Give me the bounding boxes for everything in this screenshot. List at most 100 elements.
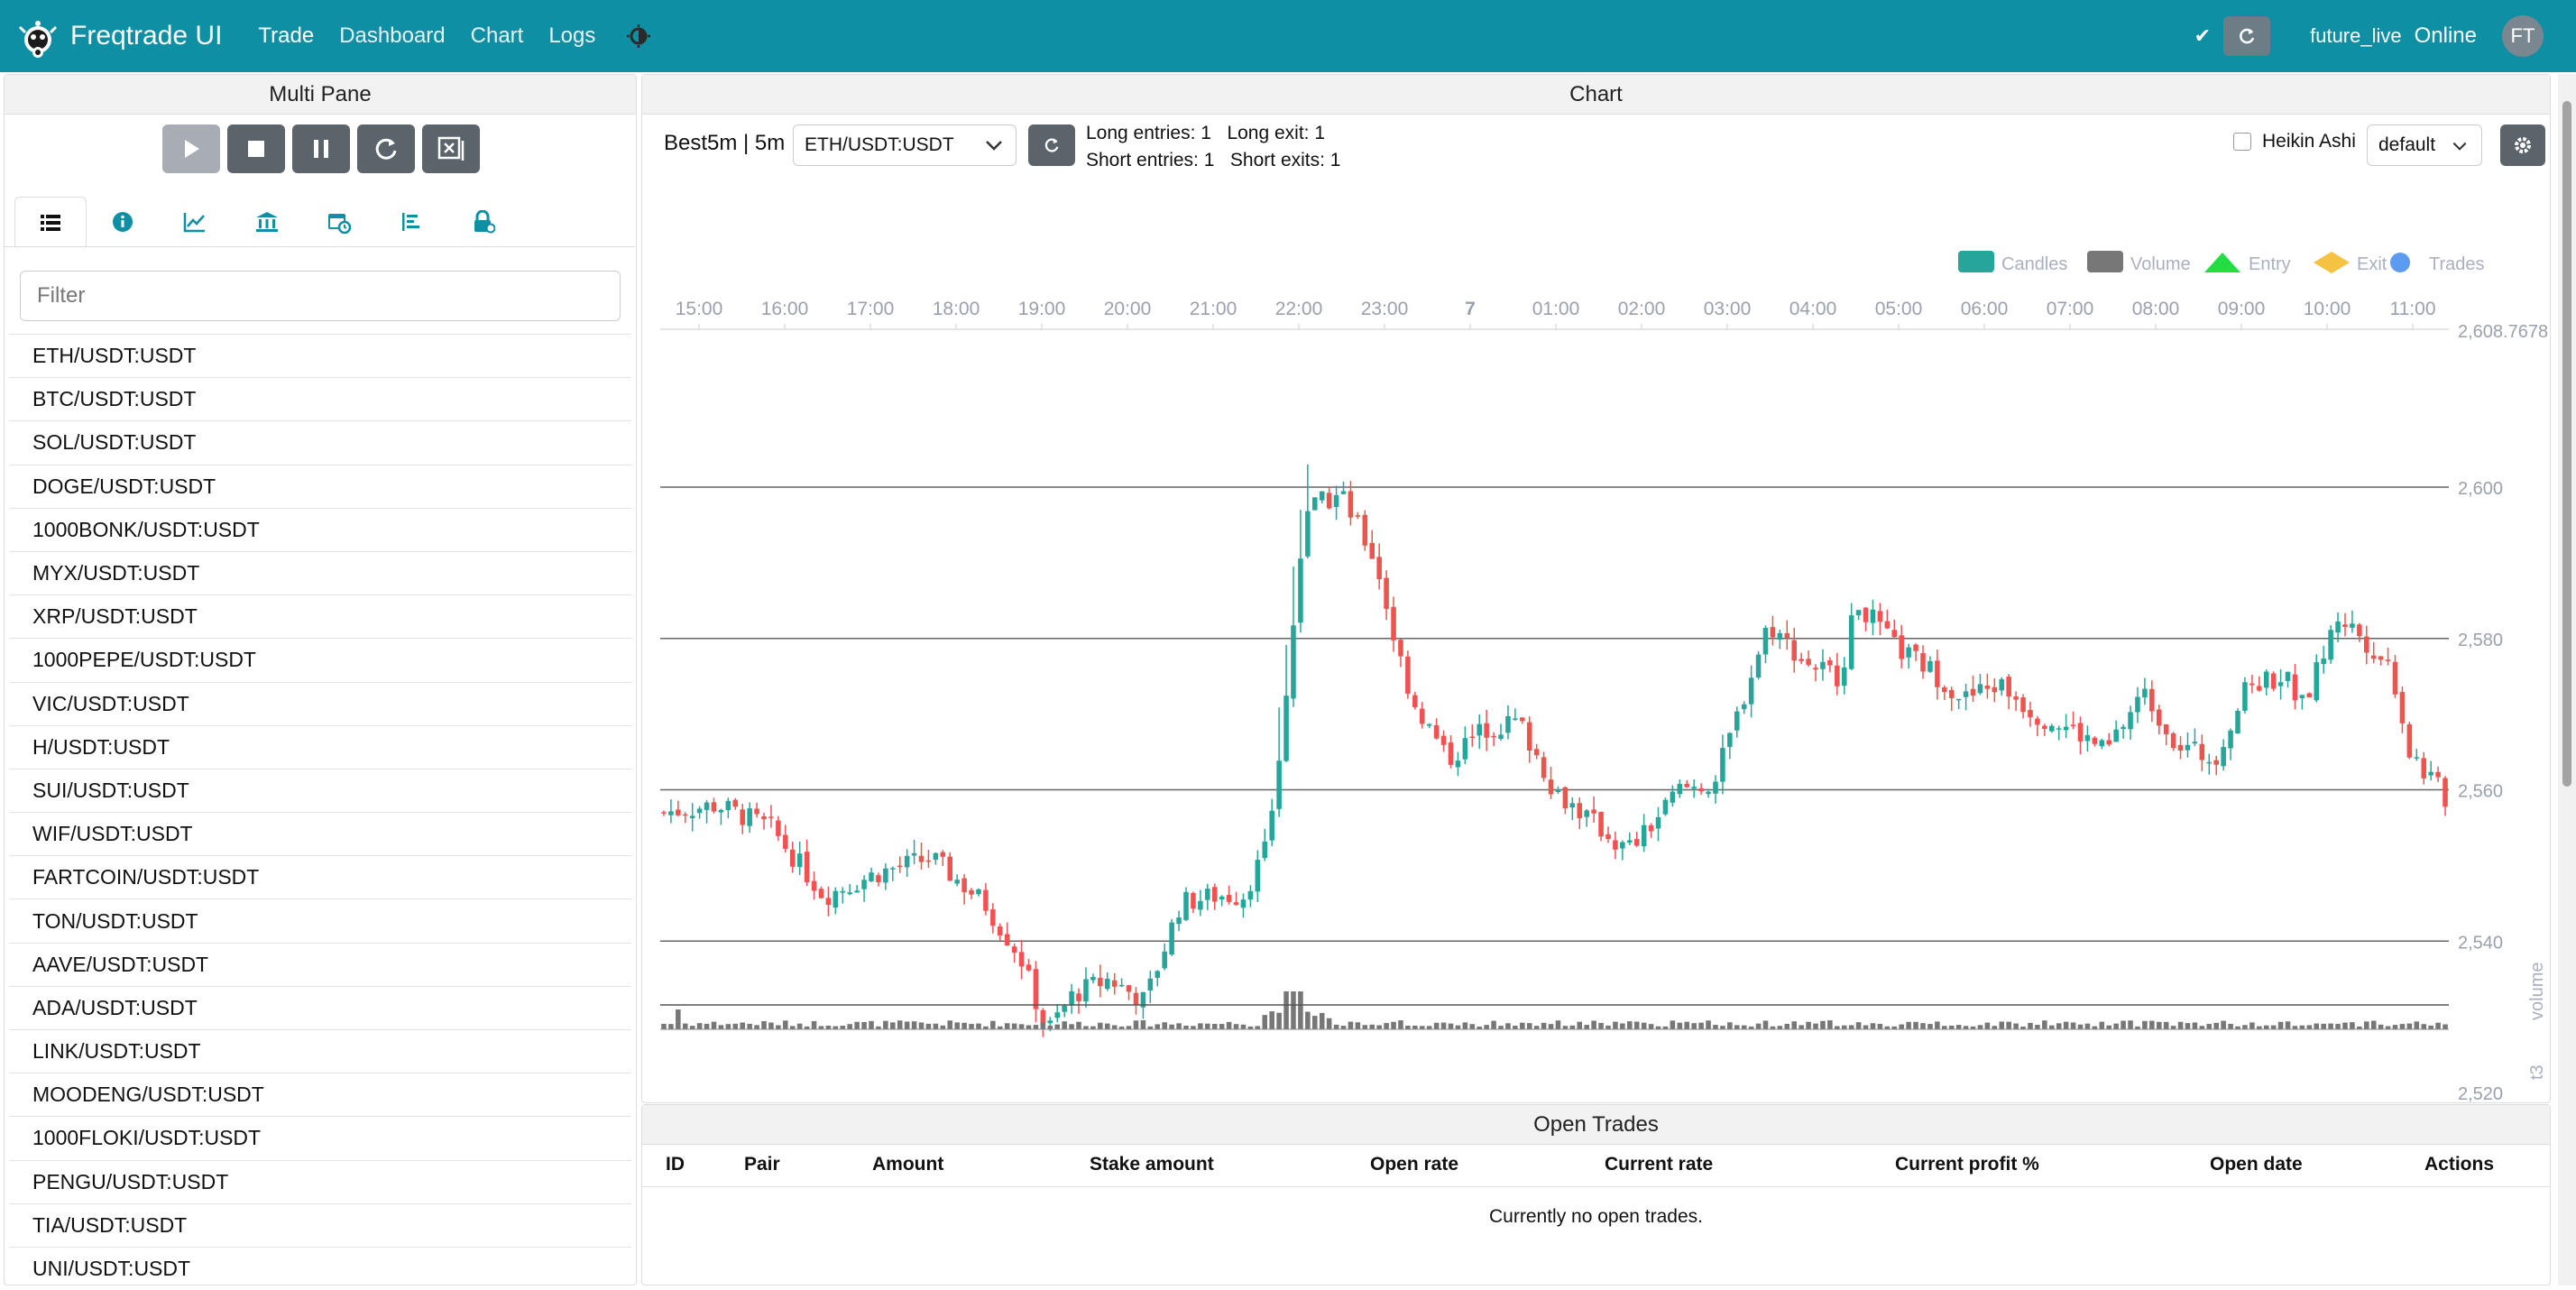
- tab-performance[interactable]: [159, 197, 231, 247]
- volume-bar: [1276, 1012, 1282, 1029]
- pair-list-item[interactable]: XRP/USDT:USDT: [9, 594, 631, 638]
- stop-bot-button[interactable]: [227, 124, 285, 173]
- volume-bar: [1948, 1025, 1955, 1029]
- tab-balance[interactable]: [231, 197, 303, 247]
- pair-list-item[interactable]: UNI/USDT:USDT: [9, 1246, 631, 1290]
- candle: [761, 815, 767, 820]
- pair-select[interactable]: ETH/USDT:USDT: [793, 124, 1017, 166]
- tab-info[interactable]: [87, 197, 159, 247]
- nav-link-logs[interactable]: Logs: [548, 23, 595, 49]
- nav-link-chart[interactable]: Chart: [471, 23, 524, 49]
- long-entries: Long entries: 1: [1086, 123, 1211, 143]
- page-scrollbar[interactable]: [2558, 74, 2576, 1285]
- pair-list-item[interactable]: AAVE/USDT:USDT: [9, 942, 631, 986]
- candle: [904, 855, 910, 868]
- candle: [2235, 711, 2240, 734]
- pair-list-item[interactable]: TON/USDT:USDT: [9, 898, 631, 942]
- plot-config-select[interactable]: default: [2367, 124, 2482, 166]
- volume-bar: [1799, 1025, 1804, 1029]
- pair-list-item[interactable]: TIA/USDT:USDT: [9, 1202, 631, 1247]
- volume-bar: [2199, 1026, 2205, 1029]
- volume-bar: [1813, 1023, 1818, 1029]
- refresh-button[interactable]: [2223, 16, 2271, 56]
- volume-bar: [1283, 991, 1289, 1029]
- reload-config-button[interactable]: [357, 124, 415, 173]
- candle: [1305, 511, 1311, 557]
- pair-list-item[interactable]: 1000BONK/USDT:USDT: [9, 507, 631, 551]
- pair-list-item[interactable]: 1000FLOKI/USDT:USDT: [9, 1116, 631, 1159]
- heikin-ashi-checkbox[interactable]: [2233, 133, 2251, 151]
- nav-link-dashboard[interactable]: Dashboard: [339, 23, 445, 49]
- volume-bar: [1090, 1026, 1096, 1029]
- tab-pair-locks[interactable]: [447, 197, 520, 247]
- volume-bar: [1955, 1025, 1962, 1029]
- scrollbar-thumb[interactable]: [2562, 101, 2571, 787]
- column-header-pair[interactable]: Pair: [744, 1154, 780, 1175]
- pair-list-item[interactable]: MYX/USDT:USDT: [9, 550, 631, 594]
- candle: [1040, 1009, 1046, 1025]
- candle: [1104, 979, 1110, 990]
- pair-filter-input[interactable]: Filter: [20, 271, 621, 321]
- volume-bar: [1484, 1025, 1489, 1029]
- heikin-ashi-toggle[interactable]: Heikin Ashi: [2233, 131, 2356, 152]
- volume-bar: [1855, 1022, 1862, 1029]
- avatar[interactable]: FT: [2502, 15, 2544, 57]
- pair-list-item[interactable]: ETH/USDT:USDT: [9, 334, 631, 377]
- pair-list-item[interactable]: 1000PEPE/USDT:USDT: [9, 638, 631, 681]
- candle: [2399, 692, 2406, 723]
- column-header-current-rate[interactable]: Current rate: [1605, 1154, 1713, 1175]
- candle: [1970, 688, 1976, 696]
- x-tick-label: 15:00: [676, 299, 723, 319]
- tab-trade-history[interactable]: [375, 197, 447, 247]
- volume-bar: [661, 1023, 667, 1029]
- pair-list-item[interactable]: DOGE/USDT:USDT: [9, 464, 631, 508]
- column-header-open-rate[interactable]: Open rate: [1370, 1154, 1458, 1175]
- pair-list-item[interactable]: FARTCOIN/USDT:USDT: [9, 855, 631, 898]
- tab-periodic-breakdown[interactable]: [303, 197, 375, 247]
- tab-pairlist[interactable]: [14, 197, 87, 247]
- candle: [1633, 839, 1640, 846]
- pair-list-item[interactable]: VIC/USDT:USDT: [9, 681, 631, 725]
- column-header-open-date[interactable]: Open date: [2210, 1154, 2303, 1175]
- refresh-chart-button[interactable]: [1028, 124, 1075, 166]
- pair-list-item[interactable]: SOL/USDT:USDT: [9, 420, 631, 464]
- volume-bar: [1448, 1023, 1454, 1029]
- pair-list-item[interactable]: BTC/USDT:USDT: [9, 377, 631, 420]
- column-header-current-profit[interactable]: Current profit %: [1895, 1154, 2039, 1175]
- plot-config-settings-button[interactable]: [2500, 124, 2545, 166]
- column-header-amount[interactable]: Amount: [872, 1154, 943, 1175]
- candle: [1677, 783, 1683, 795]
- volume-bar: [883, 1020, 888, 1029]
- pair-list-item[interactable]: WIF/USDT:USDT: [9, 812, 631, 855]
- pair-list-item[interactable]: PENGU/USDT:USDT: [9, 1159, 631, 1203]
- pause-bot-button[interactable]: [292, 124, 350, 173]
- pair-list-item[interactable]: SUI/USDT:USDT: [9, 768, 631, 812]
- column-header-stake-amount[interactable]: Stake amount: [1090, 1154, 1214, 1175]
- volume-bar: [1384, 1023, 1389, 1029]
- volume-bar: [847, 1024, 852, 1029]
- column-header-id[interactable]: ID: [666, 1154, 685, 1175]
- candlestick-chart[interactable]: Candles Volume Entry Exit Trades 15:00 16:00 17…: [642, 165, 2550, 1103]
- candle: [1211, 887, 1218, 902]
- volume-bar: [2185, 1023, 2191, 1029]
- candle: [1605, 834, 1611, 840]
- candle: [1398, 640, 1403, 657]
- volume-bar: [1533, 1026, 1540, 1029]
- start-bot-button[interactable]: [162, 124, 220, 173]
- brand[interactable]: Freqtrade UI: [16, 7, 222, 65]
- volume-bar: [2370, 1020, 2377, 1029]
- volume-bar: [682, 1023, 688, 1029]
- strategy-timeframe: Best5m | 5m: [664, 131, 786, 155]
- theme-toggle-icon[interactable]: [626, 23, 651, 49]
- candle: [961, 878, 967, 893]
- legend-label: Trades: [2429, 254, 2485, 274]
- pair-list-item[interactable]: H/USDT:USDT: [9, 724, 631, 769]
- nav-link-trade[interactable]: Trade: [258, 23, 314, 49]
- candle: [2370, 655, 2377, 659]
- pair-list-item[interactable]: MOODENG/USDT:USDT: [9, 1073, 631, 1116]
- column-header-actions[interactable]: Actions: [2424, 1154, 2494, 1175]
- pair-list-item[interactable]: ADA/USDT:USDT: [9, 985, 631, 1029]
- pair-list-item[interactable]: LINK/USDT:USDT: [9, 1029, 631, 1073]
- force-exit-all-button[interactable]: [422, 124, 480, 173]
- volume-bar: [961, 1022, 967, 1029]
